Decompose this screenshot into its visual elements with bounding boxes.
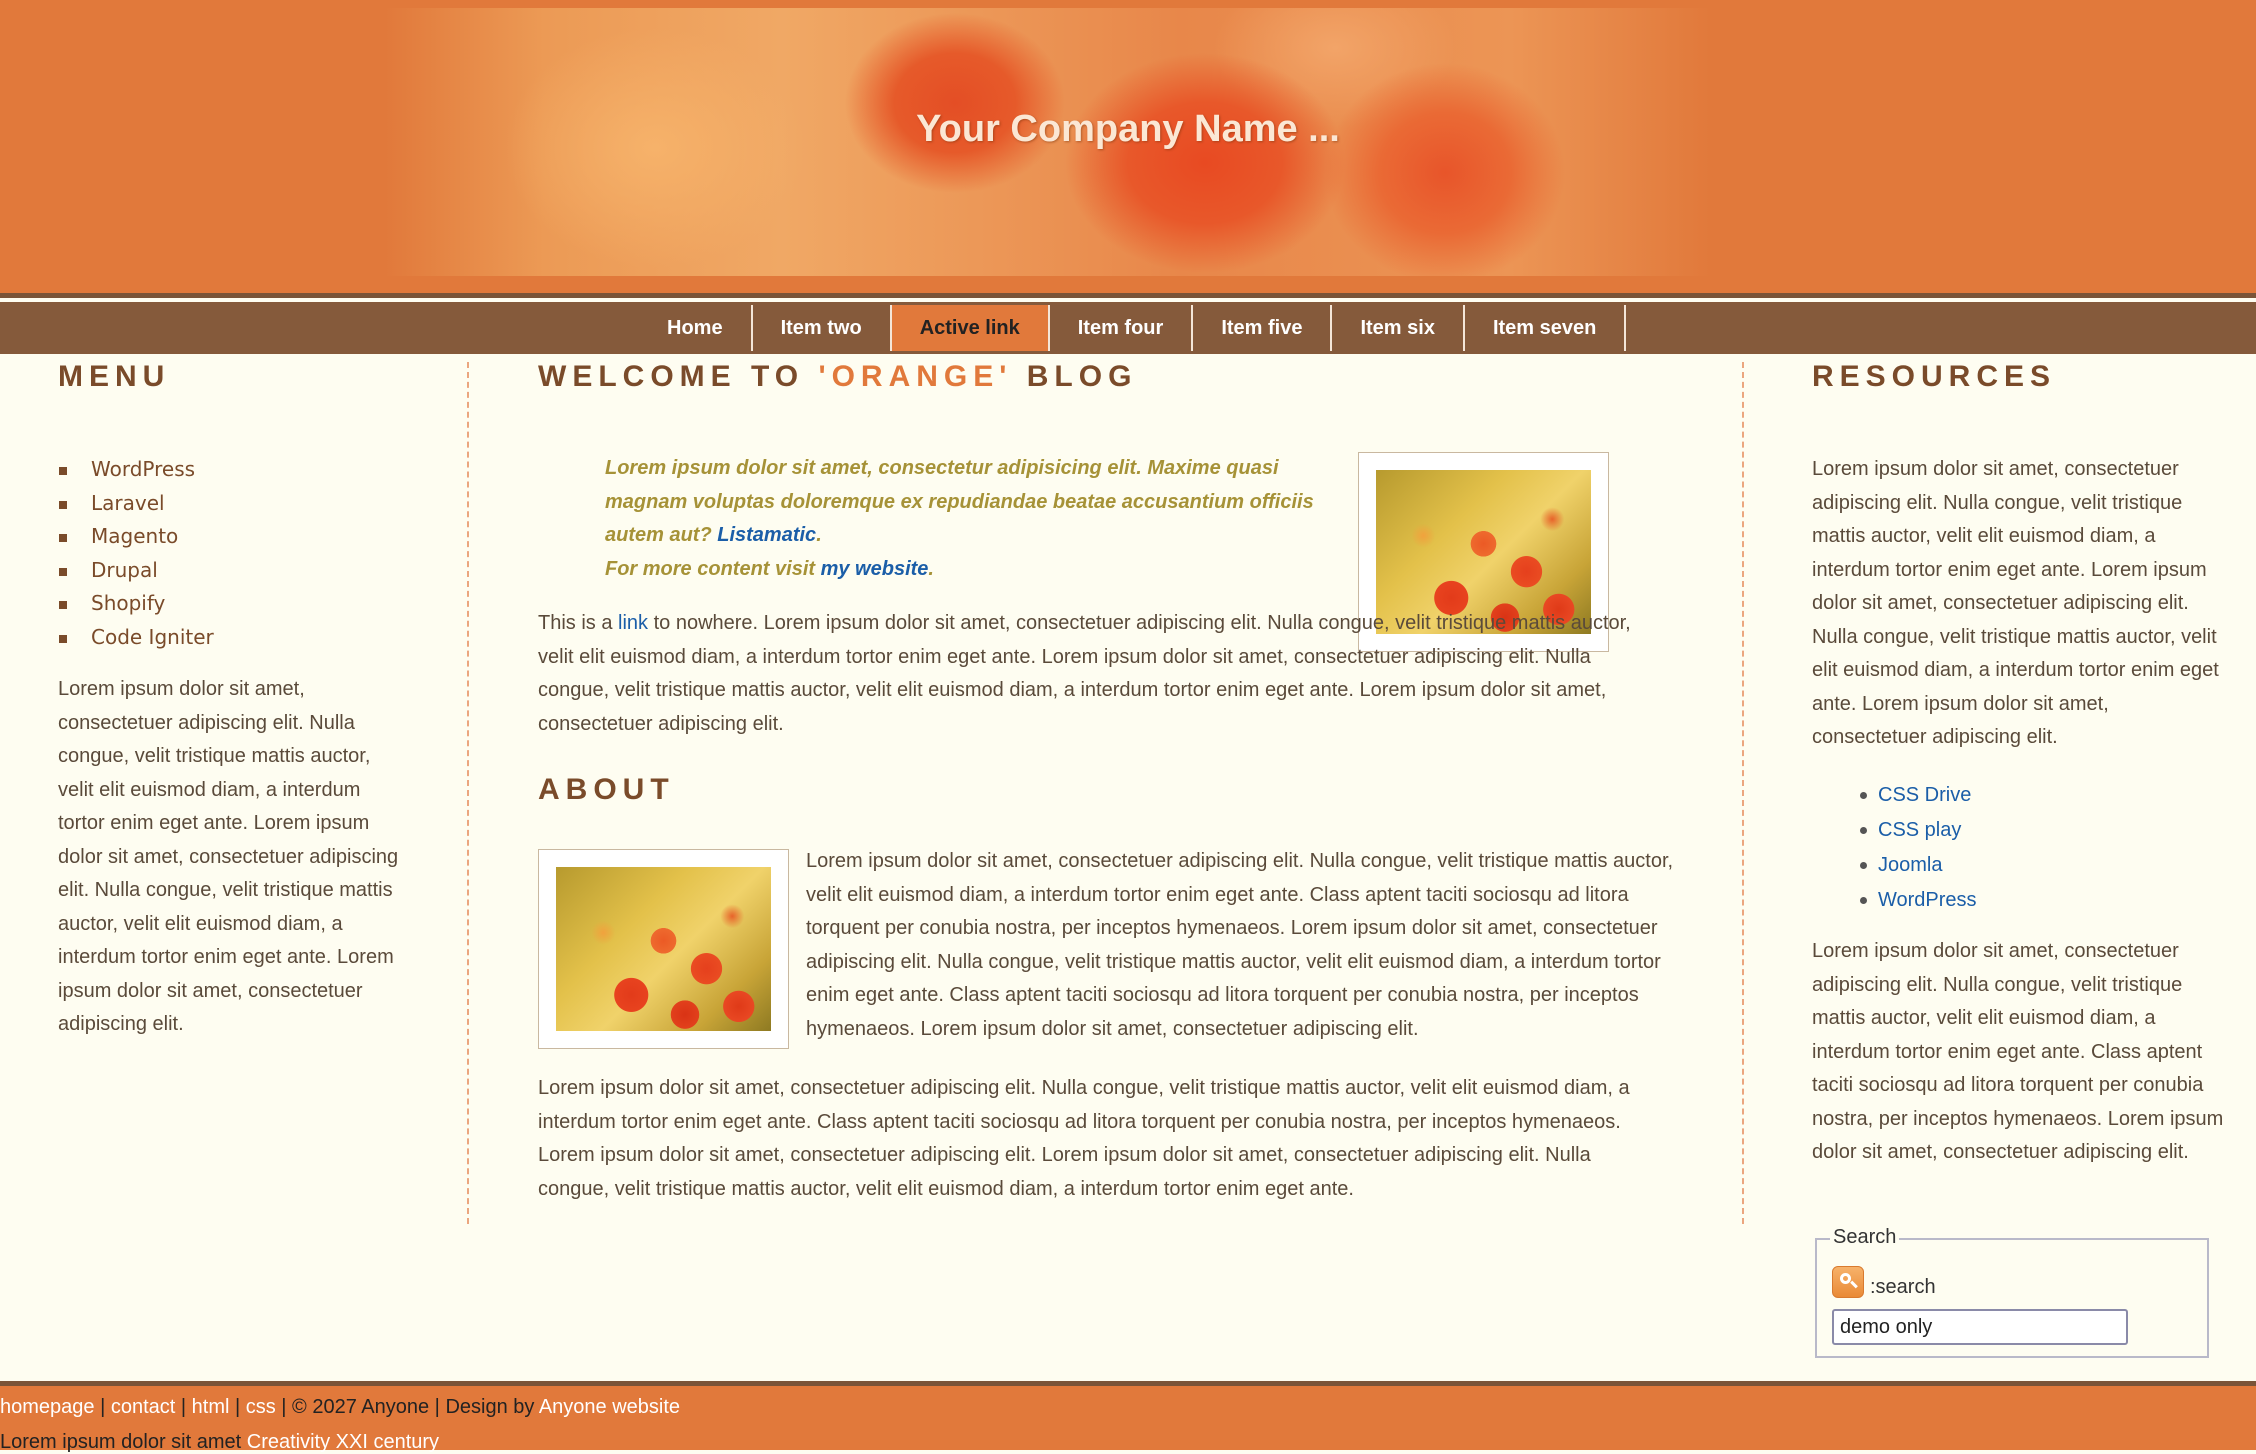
resource-item-joomla: Joomla [1860, 848, 1977, 883]
nav-item-five[interactable]: Item five [1193, 305, 1333, 351]
search-input[interactable] [1832, 1309, 2128, 1345]
about-paragraph-1: Lorem ipsum dolor sit amet, consectetuer… [806, 850, 1674, 1040]
main-content: WELCOME TO 'ORANGE' BLOG Lorem ipsum dol… [538, 360, 1678, 1200]
search-fieldset: Search :search [1815, 1226, 2209, 1358]
footer-homepage-link[interactable]: homepage [0, 1396, 95, 1418]
left-column-divider [467, 362, 469, 1224]
nav-item-seven[interactable]: Item seven [1465, 305, 1627, 351]
css-play-link[interactable]: CSS play [1878, 819, 1961, 841]
welcome-heading-highlight: 'ORANGE' [818, 360, 1013, 393]
footer-html-link[interactable]: html [192, 1396, 230, 1418]
header-divider [0, 293, 2256, 298]
footer-separator: | [229, 1396, 246, 1418]
resources-text-2: Lorem ipsum dolor sit amet, consectetuer… [1812, 940, 2224, 1163]
nowhere-link[interactable]: link [618, 612, 648, 634]
site-header: Your Company Name ... [0, 0, 2256, 293]
about-paragraph-2: Lorem ipsum dolor sit amet, consectetuer… [538, 1077, 1630, 1200]
site-title: Your Company Name ... [916, 108, 1340, 150]
resources-text-1: Lorem ipsum dolor sit amet, consectetuer… [1812, 458, 2219, 748]
menu-item-shopify[interactable]: Shopify [58, 587, 214, 621]
welcome-heading: WELCOME TO 'ORANGE' BLOG [538, 360, 1678, 394]
resources-heading: RESOURCES [1812, 360, 2057, 393]
search-legend: Search [1830, 1226, 1900, 1249]
footer-contact-link[interactable]: contact [111, 1396, 175, 1418]
main-nav: Home Item two Active link Item four Item… [0, 302, 2256, 354]
about-berries-photo [556, 867, 771, 1031]
nav-items: Home Item two Active link Item four Item… [639, 302, 1627, 354]
footer-designer-link[interactable]: Anyone website [539, 1396, 680, 1418]
search-icon[interactable] [1832, 1266, 1864, 1298]
nav-item-six[interactable]: Item six [1332, 305, 1465, 351]
resource-item-wordpress: WordPress [1860, 883, 1977, 918]
footer-links-line: homepage | contact | html | css | © 2027… [0, 1396, 680, 1419]
right-sidebar: RESOURCES Lorem ipsum dolor sit amet, co… [1812, 360, 2224, 1358]
left-sidebar: MENU WordPress Laravel Magento Drupal Sh… [58, 360, 408, 1035]
quote-more-text: For more content visit [605, 557, 821, 580]
left-sidebar-text: Lorem ipsum dolor sit amet, consectetuer… [58, 678, 399, 1035]
menu-item-wordpress[interactable]: WordPress [58, 453, 214, 487]
quote-period: . [816, 524, 822, 546]
resource-item-css-play: CSS play [1860, 813, 1977, 848]
listamatic-link[interactable]: Listamatic [717, 524, 816, 546]
footer-credit-line: Lorem ipsum dolor sit amet Creativity XX… [0, 1431, 439, 1454]
footer-separator: | [94, 1396, 111, 1418]
intro-paragraph: This is a link to nowhere. Lorem ipsum d… [538, 607, 1638, 741]
footer-copyright: | © 2027 Anyone | Design by [275, 1396, 539, 1418]
quote-more-period: . [928, 557, 934, 580]
nav-item-two[interactable]: Item two [753, 305, 892, 351]
welcome-heading-prefix: WELCOME TO [538, 360, 819, 393]
my-website-link[interactable]: my website [821, 558, 929, 580]
menu-heading: MENU [58, 360, 171, 393]
css-drive-link[interactable]: CSS Drive [1878, 784, 1971, 806]
wordpress-link[interactable]: WordPress [1878, 889, 1977, 911]
resources-links: CSS Drive CSS play Joomla WordPress [1860, 778, 1977, 918]
intro-text-after: to nowhere. Lorem ipsum dolor sit amet, … [538, 612, 1631, 735]
resource-item-css-drive: CSS Drive [1860, 778, 1977, 813]
search-label: :search [1870, 1276, 1936, 1298]
welcome-heading-suffix: BLOG [1012, 360, 1138, 393]
right-column-divider [1742, 362, 1744, 1224]
menu-item-magento[interactable]: Magento [58, 520, 214, 554]
nav-item-four[interactable]: Item four [1050, 305, 1194, 351]
footer-separator: | [175, 1396, 192, 1418]
menu-list: WordPress Laravel Magento Drupal Shopify… [58, 453, 214, 655]
joomla-link[interactable]: Joomla [1878, 854, 1942, 876]
site-footer: homepage | contact | html | css | © 2027… [0, 1386, 2256, 1453]
nav-item-active-link[interactable]: Active link [889, 305, 1050, 351]
about-heading: ABOUT [538, 773, 675, 806]
nav-item-home[interactable]: Home [639, 305, 753, 351]
menu-item-drupal[interactable]: Drupal [58, 554, 214, 588]
quote-text: Lorem ipsum dolor sit amet, consectetur … [605, 457, 1314, 546]
about-berries-image [538, 849, 789, 1049]
intro-quote: Lorem ipsum dolor sit amet, consectetur … [605, 452, 1320, 586]
menu-item-laravel[interactable]: Laravel [58, 487, 214, 521]
footer-css-link[interactable]: css [246, 1396, 276, 1418]
intro-text-before: This is a [538, 612, 619, 634]
menu-item-code-igniter[interactable]: Code Igniter [58, 621, 214, 655]
